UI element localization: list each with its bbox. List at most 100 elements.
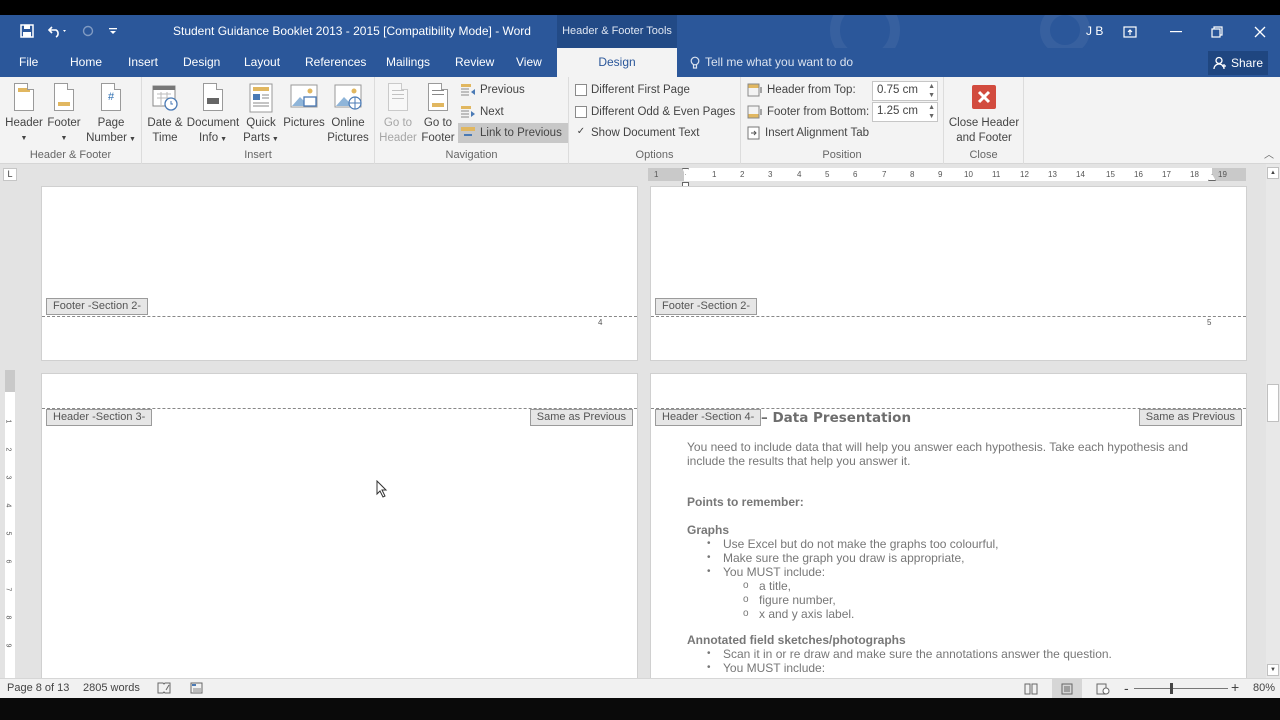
date-time-button[interactable]: Date & Time (146, 82, 184, 146)
horizontal-ruler[interactable]: 1 1 2 3 4 5 6 7 8 9 10 11 12 13 14 15 16… (648, 168, 1246, 187)
calendar-clock-icon (150, 82, 180, 114)
vertical-ruler[interactable]: 1 2 3 4 5 6 7 8 9 (4, 370, 15, 678)
next-label: Next (480, 106, 504, 118)
tab-header-footer-design[interactable]: Design (557, 48, 677, 77)
ruler-tick: 10 (964, 170, 973, 179)
footer-button[interactable]: Footer ▼ (45, 82, 83, 146)
date-time-label-1: Date & (147, 117, 183, 129)
save-icon[interactable] (18, 22, 36, 40)
same-as-previous-tag: Same as Previous (529, 409, 633, 426)
zoom-slider-knob[interactable] (1170, 683, 1173, 694)
proofing-icon[interactable] (157, 682, 171, 697)
document-workspace: L 1 1 2 3 4 5 6 7 8 9 10 11 12 13 14 15 … (0, 164, 1280, 678)
page-number-button[interactable]: # Page Number ▼ (85, 82, 137, 147)
zoom-percent[interactable]: 80% (1253, 682, 1275, 694)
pictures-button[interactable]: Pictures (282, 82, 326, 131)
tab-layout[interactable]: Layout (244, 48, 280, 77)
print-layout-button[interactable] (1052, 679, 1082, 699)
previous-button[interactable]: Previous (460, 80, 525, 100)
go-to-footer-button[interactable]: Go to Footer (419, 82, 457, 146)
page-6[interactable]: Header -Section 3- Same as Previous (41, 373, 638, 678)
spin-arrows-icon[interactable]: ▲ ▼ (928, 82, 935, 100)
points-heading: Points to remember: (687, 495, 804, 509)
document-info-button[interactable]: Document Info ▼ (185, 82, 241, 147)
footer-from-bottom-value: 1.25 cm (877, 105, 918, 117)
customize-quick-access-icon[interactable] (106, 22, 120, 40)
link-to-previous-icon (461, 127, 475, 136)
close-red-x-icon (972, 85, 996, 109)
page-number-label-1: Page (97, 117, 125, 129)
spin-arrows-icon[interactable]: ▲ ▼ (928, 103, 935, 121)
scroll-up-icon[interactable]: ▲ (1267, 167, 1279, 179)
tab-mailings[interactable]: Mailings (386, 48, 430, 77)
tab-selector-button[interactable]: L (3, 168, 17, 181)
page-number[interactable]: 5 (1207, 318, 1211, 327)
zoom-in-button[interactable]: + (1231, 679, 1239, 695)
read-mode-button[interactable] (1016, 679, 1046, 699)
ribbon-display-options-icon[interactable] (1110, 15, 1150, 48)
show-document-text-checkbox[interactable]: ✓ Show Document Text (575, 123, 700, 143)
tab-home[interactable]: Home (70, 48, 102, 77)
page-count[interactable]: Page 8 of 13 (7, 682, 69, 694)
close-window-icon[interactable] (1240, 15, 1280, 48)
checkbox-checked[interactable]: ✓ (575, 127, 587, 139)
paragraph-line: You need to include data that will help … (687, 440, 1189, 454)
sub-bullet-icon: o (743, 580, 749, 591)
header-button[interactable]: Header ▼ (4, 82, 44, 146)
zoom-out-button[interactable]: - (1124, 680, 1129, 696)
zoom-slider[interactable] (1134, 683, 1228, 694)
insert-alignment-tab-button[interactable]: Insert Alignment Tab (747, 123, 869, 143)
scrollbar-thumb[interactable] (1267, 384, 1279, 422)
header-from-top-input[interactable]: 0.75 cm ▲ ▼ (872, 81, 938, 101)
tab-design[interactable]: Design (183, 48, 220, 77)
list-item: • Make sure the graph you draw is appropr… (707, 551, 965, 565)
go-to-header-icon (383, 82, 413, 114)
word-count[interactable]: 2805 words (83, 682, 140, 694)
different-odd-even-checkbox[interactable]: Different Odd & Even Pages (575, 102, 735, 122)
page-7[interactable]: Header -Section 4- – Data Presentation S… (650, 373, 1247, 678)
tab-insert[interactable]: Insert (128, 48, 158, 77)
minimize-icon[interactable] (1156, 15, 1196, 48)
restore-icon[interactable] (1197, 15, 1237, 48)
print-layout-icon (1061, 683, 1073, 695)
undo-icon[interactable] (44, 22, 72, 40)
web-layout-button[interactable] (1088, 679, 1118, 699)
tell-me-search[interactable]: Tell me what you want to do (690, 48, 853, 77)
link-to-previous-button[interactable]: Link to Previous (458, 123, 568, 143)
collapse-ribbon-icon[interactable]: ︿ (1264, 146, 1274, 161)
vertical-scrollbar[interactable]: ▲ ▼ (1266, 164, 1280, 678)
close-header-footer-button[interactable]: Close Header and Footer (946, 82, 1022, 146)
checkbox-unchecked[interactable] (575, 106, 587, 118)
tab-file[interactable]: File (19, 48, 38, 77)
ruler-tick: 9 (938, 170, 943, 179)
footer-from-bottom-input[interactable]: 1.25 cm ▲ ▼ (872, 102, 938, 122)
previous-section-icon (461, 84, 475, 96)
ruler-tick: 13 (1048, 170, 1057, 179)
header-icon (9, 82, 39, 114)
next-button[interactable]: Next (460, 102, 504, 122)
tab-references[interactable]: References (305, 48, 366, 77)
page-number[interactable]: 4 (598, 318, 602, 327)
document-body[interactable]: You need to include data that will help … (687, 440, 1227, 675)
tab-review[interactable]: Review (455, 48, 494, 77)
group-options: Different First Page Different Odd & Eve… (569, 77, 741, 164)
document-info-label-2: Info ▼ (198, 132, 228, 144)
screen-top-edge (0, 0, 1280, 15)
tab-view[interactable]: View (516, 48, 542, 77)
online-pictures-label-2: Pictures (327, 132, 369, 144)
quick-parts-button[interactable]: Quick Parts ▼ (242, 82, 280, 147)
go-to-footer-label-1: Go to (423, 117, 453, 129)
checkbox-unchecked[interactable] (575, 84, 587, 96)
different-first-page-checkbox[interactable]: Different First Page (575, 80, 690, 100)
go-to-header-button[interactable]: Go to Header (378, 82, 418, 146)
footer-from-bottom-label-wrap: Footer from Bottom: (747, 102, 869, 122)
ruler-tick: 2 (740, 170, 745, 179)
user-initials[interactable]: J B (1086, 24, 1103, 38)
scroll-down-icon[interactable]: ▼ (1267, 664, 1279, 676)
macro-recording-icon[interactable] (190, 682, 203, 697)
redo-icon[interactable] (80, 22, 96, 40)
ruler-tick: 8 (910, 170, 915, 179)
list-item: • You MUST include: (707, 565, 826, 579)
online-pictures-button[interactable]: Online Pictures (326, 82, 370, 146)
share-button[interactable]: Share (1208, 51, 1268, 75)
